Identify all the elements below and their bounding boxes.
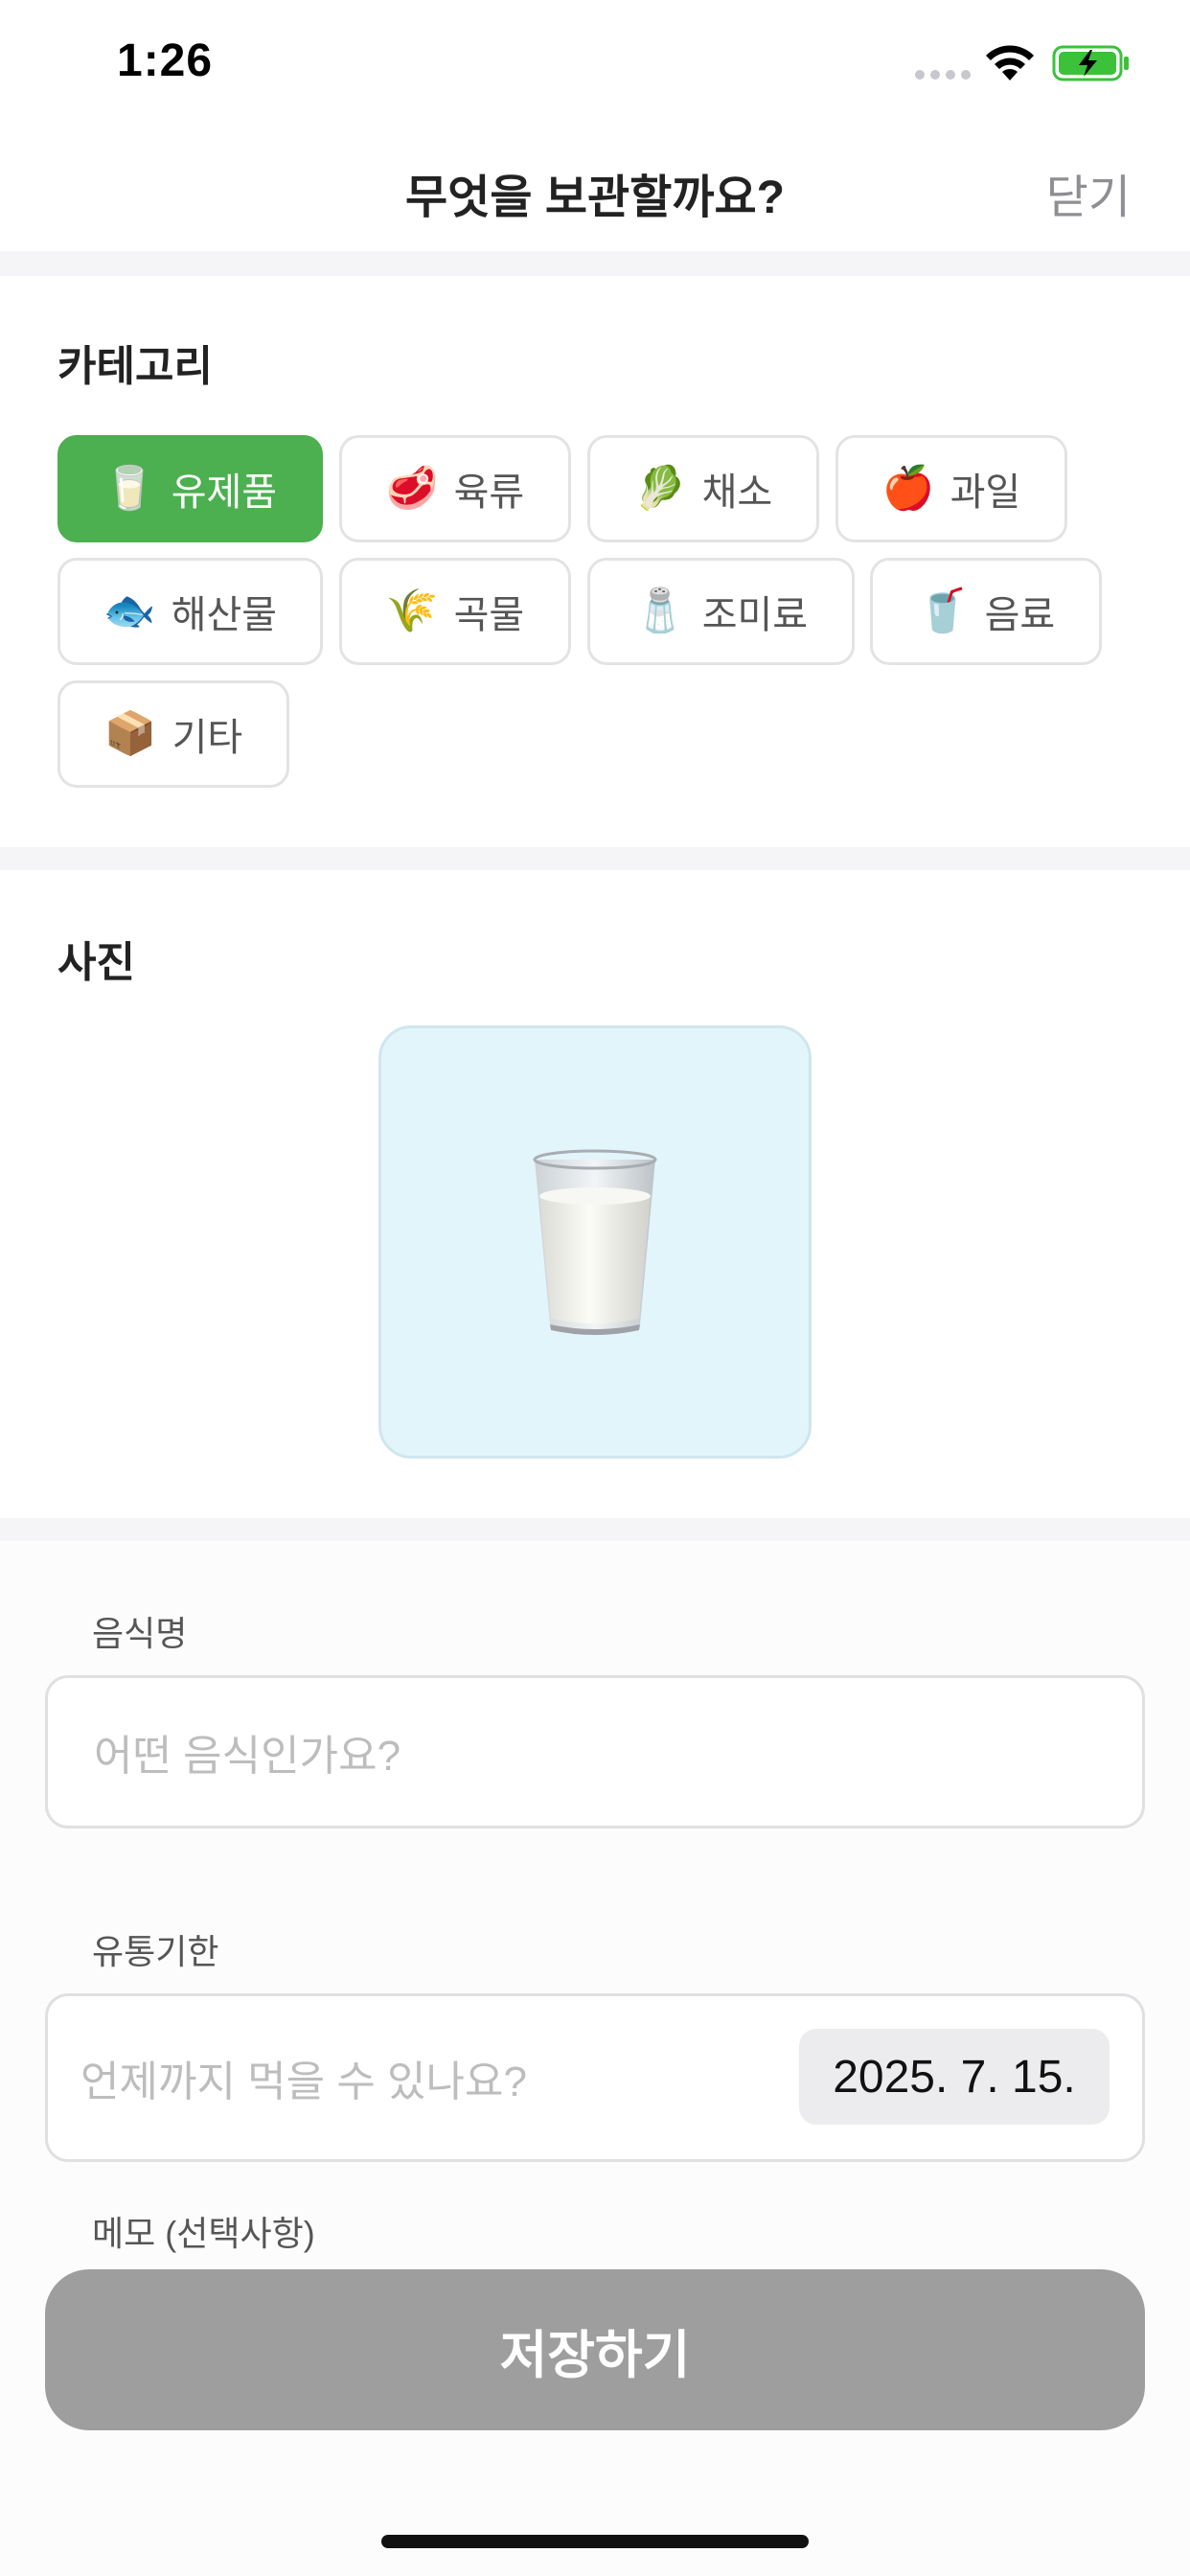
fish-icon: 🐟 <box>103 587 156 634</box>
category-chip-grain[interactable]: 🌾 곡물 <box>339 558 571 665</box>
chip-label: 채소 <box>701 472 773 514</box>
status-time: 1:26 <box>117 35 214 86</box>
photo-section: 사진 <box>0 870 1190 1518</box>
chip-label: 음료 <box>984 594 1056 636</box>
battery-charging-icon <box>1052 45 1129 81</box>
wifi-icon <box>986 45 1034 80</box>
expiry-date-picker[interactable]: 2025. 7. 15. <box>799 2029 1110 2125</box>
chip-label: 육류 <box>453 472 525 514</box>
expiry-label: 유통기한 <box>92 1932 219 1971</box>
category-chip-beverage[interactable]: 🥤 음료 <box>870 558 1102 665</box>
photo-title: 사진 <box>57 939 135 986</box>
memo-label: 메모 (선택사항) <box>92 2214 315 2253</box>
chip-label: 곡물 <box>453 594 525 636</box>
leafy-green-icon: 🥬 <box>633 465 687 512</box>
status-bar: 1:26 <box>0 0 1190 130</box>
chip-label: 해산물 <box>171 594 278 636</box>
home-indicator <box>381 2535 809 2548</box>
chip-label: 조미료 <box>701 594 809 636</box>
add-food-screen: 1:26 무엇을 보관할까요? 닫기 카테고리 🥛 유제품 🥩 육류 🥬 채소 … <box>0 0 1190 2576</box>
cellular-signal-icon <box>915 70 971 80</box>
rice-icon: 🌾 <box>385 587 439 634</box>
chip-label: 기타 <box>172 717 243 759</box>
category-chip-etc[interactable]: 📦 기타 <box>57 680 289 788</box>
page-title: 무엇을 보관할까요? <box>405 172 785 223</box>
category-chip-seafood[interactable]: 🐟 해산물 <box>57 558 323 665</box>
expiry-input[interactable]: 언제까지 먹을 수 있나요? 2025. 7. 15. <box>45 1993 1145 2162</box>
photo-picker[interactable] <box>378 1025 812 1459</box>
cup-with-straw-icon: 🥤 <box>916 587 970 634</box>
meat-icon: 🥩 <box>385 465 439 512</box>
category-title: 카테고리 <box>57 343 213 390</box>
chip-label: 과일 <box>950 472 1021 514</box>
food-name-placeholder: 어떤 음식인가요? <box>94 1733 401 1780</box>
category-chip-dairy[interactable]: 🥛 유제품 <box>57 435 323 542</box>
milk-glass-icon <box>533 1149 657 1335</box>
salt-icon: 🧂 <box>633 587 687 634</box>
category-chip-seasoning[interactable]: 🧂 조미료 <box>587 558 855 665</box>
milk-glass-icon: 🥛 <box>103 465 156 512</box>
chip-label: 유제품 <box>171 472 278 514</box>
category-chip-meat[interactable]: 🥩 육류 <box>339 435 571 542</box>
close-button[interactable]: 닫기 <box>1046 159 1131 226</box>
package-icon: 📦 <box>103 710 157 757</box>
food-name-input[interactable]: 어떤 음식인가요? <box>45 1675 1145 1828</box>
category-chip-vegetable[interactable]: 🥬 채소 <box>587 435 819 542</box>
nav-bar: 무엇을 보관할까요? 닫기 <box>0 130 1190 251</box>
category-chip-fruit[interactable]: 🍎 과일 <box>835 435 1067 542</box>
save-button[interactable]: 저장하기 <box>45 2269 1145 2430</box>
food-name-label: 음식명 <box>92 1614 188 1653</box>
expiry-placeholder: 언제까지 먹을 수 있나요? <box>80 2058 527 2105</box>
category-section: 카테고리 🥛 유제품 🥩 육류 🥬 채소 🍎 과일 🐟 해산물 🌾 곡물 🧂 조… <box>0 276 1190 847</box>
apple-icon: 🍎 <box>881 465 935 512</box>
